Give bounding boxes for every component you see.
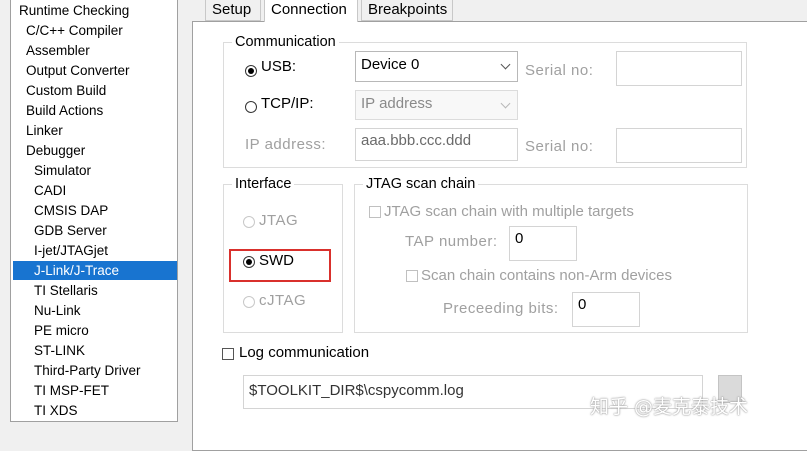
- tcpip-label: TCP/IP:: [261, 95, 314, 112]
- usb-radio[interactable]: [245, 65, 257, 77]
- category-item-output-converter[interactable]: Output Converter: [23, 61, 130, 80]
- usb-serial-label: Serial no:: [525, 62, 594, 79]
- category-list[interactable]: Runtime Checking C/C++ Compiler Assembler O…: [10, 0, 178, 422]
- category-item-i-jet-jtagjet[interactable]: I-jet/JTAGjet: [31, 241, 108, 260]
- category-item-cmsis-dap[interactable]: CMSIS DAP: [31, 201, 108, 220]
- category-item-assembler[interactable]: Assembler: [23, 41, 90, 60]
- usb-serial-field[interactable]: [616, 51, 742, 86]
- tap-number-field[interactable]: 0: [509, 226, 577, 261]
- cjtag-radio[interactable]: [243, 296, 255, 308]
- preceeding-bits-field[interactable]: 0: [572, 292, 640, 327]
- category-item-custom-build[interactable]: Custom Build: [23, 81, 106, 100]
- category-item-ti-msp-fet[interactable]: TI MSP-FET: [31, 381, 109, 400]
- tab-connection-label: Connection: [271, 1, 347, 18]
- category-item-linker[interactable]: Linker: [23, 121, 63, 140]
- swd-label: SWD: [259, 252, 294, 269]
- category-item-j-link-j-trace[interactable]: J-Link/J-Trace: [13, 261, 177, 280]
- tab-setup[interactable]: Setup: [205, 0, 261, 21]
- interface-group-title: Interface: [232, 176, 295, 192]
- connection-tab-page: Communication USB: Device 0 Serial no: T…: [192, 21, 807, 451]
- category-item-pe-micro[interactable]: PE micro: [31, 321, 89, 340]
- ip-serial-label: Serial no:: [525, 138, 594, 155]
- category-item-build-actions[interactable]: Build Actions: [23, 101, 103, 120]
- category-item-runtime-checking[interactable]: Runtime Checking: [16, 1, 129, 20]
- category-item-third-party-driver[interactable]: Third-Party Driver: [31, 361, 141, 380]
- tcpip-mode-value: IP address: [361, 95, 433, 112]
- category-item-nu-link[interactable]: Nu-Link: [31, 301, 81, 320]
- tab-setup-label: Setup: [212, 1, 252, 18]
- jtag-label: JTAG: [259, 212, 299, 229]
- ip-address-label: IP address:: [245, 136, 327, 153]
- category-item-ti-stellaris[interactable]: TI Stellaris: [31, 281, 98, 300]
- category-item-c-c-compiler[interactable]: C/C++ Compiler: [23, 21, 123, 40]
- tcpip-mode-select[interactable]: IP address: [355, 90, 518, 120]
- tab-breakpoints[interactable]: Breakpoints: [361, 0, 453, 21]
- usb-label: USB:: [261, 58, 297, 75]
- tap-number-label: TAP number:: [405, 233, 498, 250]
- jtag-radio[interactable]: [243, 216, 255, 228]
- log-communication-checkbox[interactable]: [222, 348, 234, 360]
- chevron-down-icon: [500, 59, 511, 70]
- preceeding-bits-label: Preceeding bits:: [443, 300, 559, 317]
- communication-group-title: Communication: [232, 34, 339, 50]
- multiple-targets-checkbox[interactable]: [369, 206, 381, 218]
- jtag-scan-chain-title: JTAG scan chain: [363, 176, 479, 192]
- category-item-debugger[interactable]: Debugger: [23, 141, 85, 160]
- non-arm-label: Scan chain contains non-Arm devices: [421, 267, 672, 284]
- tab-breakpoints-label: Breakpoints: [368, 1, 448, 18]
- watermark-text: 知乎 @麦克泰技术: [590, 396, 749, 418]
- non-arm-checkbox[interactable]: [406, 270, 418, 282]
- tcpip-radio[interactable]: [245, 101, 257, 113]
- ip-address-field[interactable]: aaa.bbb.ccc.ddd: [355, 128, 518, 161]
- tab-connection[interactable]: Connection: [264, 0, 358, 22]
- usb-device-value: Device 0: [361, 56, 420, 73]
- category-item-ti-xds[interactable]: TI XDS: [31, 401, 78, 420]
- category-item-gdb-server[interactable]: GDB Server: [31, 221, 107, 240]
- category-item-cadi[interactable]: CADI: [31, 181, 66, 200]
- log-communication-label: Log communication: [239, 344, 370, 361]
- swd-radio[interactable]: [243, 256, 255, 268]
- category-item-st-link[interactable]: ST-LINK: [31, 341, 85, 360]
- usb-device-select[interactable]: Device 0: [355, 51, 518, 82]
- ip-serial-field[interactable]: [616, 128, 742, 163]
- chevron-down-icon: [500, 98, 511, 109]
- multiple-targets-label: JTAG scan chain with multiple targets: [384, 203, 634, 220]
- category-item-simulator[interactable]: Simulator: [31, 161, 91, 180]
- cjtag-label: cJTAG: [259, 292, 307, 309]
